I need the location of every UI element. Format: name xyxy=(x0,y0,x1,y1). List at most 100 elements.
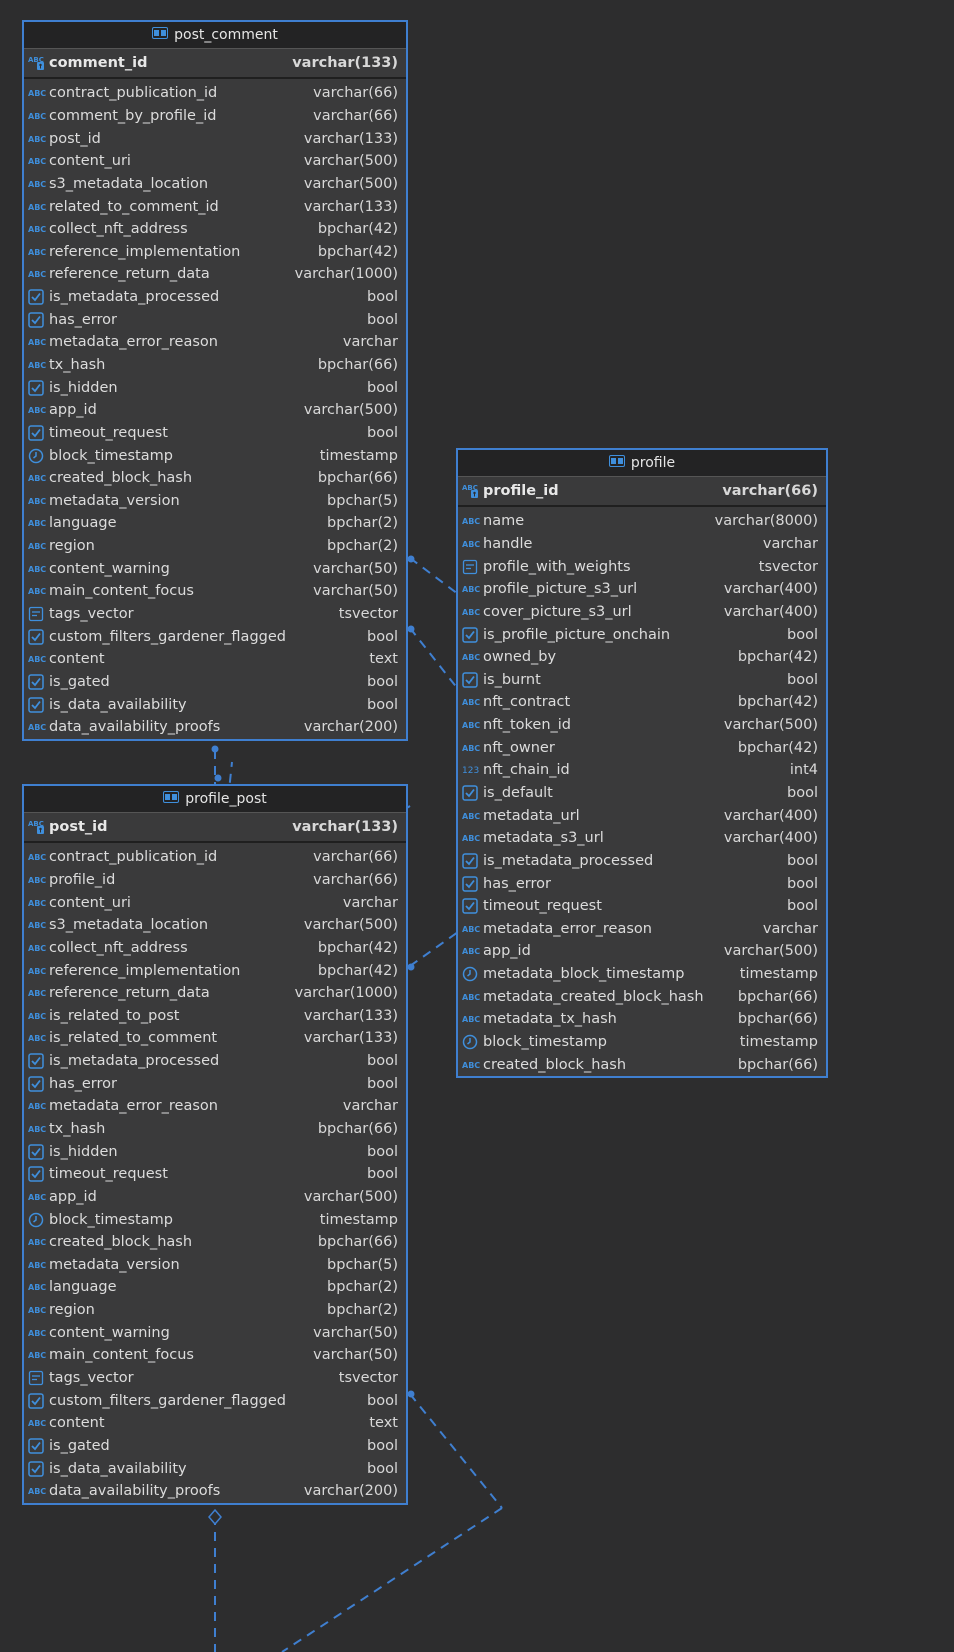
column-row[interactable]: ABC content text xyxy=(24,1412,406,1435)
column-row[interactable]: ABC created_block_hash bpchar(66) xyxy=(24,467,406,490)
column-name: comment_by_profile_id xyxy=(49,107,217,124)
column-row[interactable]: ABC reference_implementation bpchar(42) xyxy=(24,959,406,982)
tsvector-doc-icon xyxy=(28,606,49,622)
column-row[interactable]: ABC content_warning varchar(50) xyxy=(24,1321,406,1344)
column-row[interactable]: ABC is_related_to_post varchar(133) xyxy=(24,1004,406,1027)
column-row[interactable]: ABC cover_picture_s3_url varchar(400) xyxy=(458,601,826,624)
column-row[interactable]: ABC main_content_focus varchar(50) xyxy=(24,1344,406,1367)
column-row[interactable]: is_default bool xyxy=(458,782,826,805)
column-row[interactable]: ABC nft_token_id varchar(500) xyxy=(458,714,826,737)
column-row[interactable]: ABC content_warning varchar(50) xyxy=(24,557,406,580)
column-row[interactable]: ABC metadata_tx_hash bpchar(66) xyxy=(458,1008,826,1031)
column-row[interactable]: is_profile_picture_onchain bool xyxy=(458,623,826,646)
boolean-check-icon xyxy=(462,785,483,801)
column-row[interactable]: is_gated bool xyxy=(24,1435,406,1458)
text-type-icon: ABC xyxy=(28,153,49,169)
column-row[interactable]: ABC nft_owner bpchar(42) xyxy=(458,736,826,759)
column-row[interactable]: has_error bool xyxy=(24,308,406,331)
column-row[interactable]: ABC metadata_version bpchar(5) xyxy=(24,490,406,513)
column-row[interactable]: ABC profile_id varchar(66) xyxy=(24,869,406,892)
column-row[interactable]: profile_with_weights tsvector xyxy=(458,555,826,578)
column-row[interactable]: ABC nft_contract bpchar(42) xyxy=(458,691,826,714)
column-row[interactable]: timeout_request bool xyxy=(24,422,406,445)
primary-key-row[interactable]: ABC comment_id varchar(133) xyxy=(24,49,406,79)
column-row[interactable]: ABC contract_publication_id varchar(66) xyxy=(24,846,406,869)
column-row[interactable]: is_burnt bool xyxy=(458,668,826,691)
column-row[interactable]: ABC tx_hash bpchar(66) xyxy=(24,354,406,377)
column-row[interactable]: has_error bool xyxy=(458,872,826,895)
column-row[interactable]: ABC s3_metadata_location varchar(500) xyxy=(24,173,406,196)
column-row[interactable]: block_timestamp timestamp xyxy=(458,1031,826,1054)
column-row[interactable]: block_timestamp timestamp xyxy=(24,1208,406,1231)
column-row[interactable]: ABC metadata_s3_url varchar(400) xyxy=(458,827,826,850)
column-row[interactable]: timeout_request bool xyxy=(24,1163,406,1186)
column-row[interactable]: ABC metadata_version bpchar(5) xyxy=(24,1254,406,1277)
column-row[interactable]: ABC region bpchar(2) xyxy=(24,535,406,558)
column-row[interactable]: ABC metadata_error_reason varchar xyxy=(24,1095,406,1118)
column-name: timeout_request xyxy=(49,424,168,441)
column-row[interactable]: ABC tx_hash bpchar(66) xyxy=(24,1118,406,1141)
column-row[interactable]: tags_vector tsvector xyxy=(24,1367,406,1390)
column-row[interactable]: ABC collect_nft_address bpchar(42) xyxy=(24,218,406,241)
column-row[interactable]: ABC metadata_error_reason varchar xyxy=(24,331,406,354)
entity-header[interactable]: profile_post xyxy=(24,786,406,813)
column-row[interactable]: ABC reference_return_data varchar(1000) xyxy=(24,263,406,286)
primary-key-row[interactable]: ABC profile_id varchar(66) xyxy=(458,477,826,507)
column-row[interactable]: 123 nft_chain_id int4 xyxy=(458,759,826,782)
column-row[interactable]: ABC comment_by_profile_id varchar(66) xyxy=(24,105,406,128)
column-row[interactable]: ABC data_availability_proofs varchar(200) xyxy=(24,1480,406,1503)
column-name: is_data_availability xyxy=(49,1460,187,1477)
entity-post-comment[interactable]: post_comment ABC comment_id varchar(133)… xyxy=(22,20,408,741)
column-row[interactable]: ABC owned_by bpchar(42) xyxy=(458,646,826,669)
column-row[interactable]: has_error bool xyxy=(24,1072,406,1095)
column-row[interactable]: metadata_block_timestamp timestamp xyxy=(458,963,826,986)
column-row[interactable]: block_timestamp timestamp xyxy=(24,444,406,467)
column-row[interactable]: ABC handle varchar xyxy=(458,533,826,556)
column-row[interactable]: ABC content_uri varchar xyxy=(24,891,406,914)
column-row[interactable]: is_hidden bool xyxy=(24,376,406,399)
column-row[interactable]: ABC s3_metadata_location varchar(500) xyxy=(24,914,406,937)
column-row[interactable]: is_metadata_processed bool xyxy=(24,286,406,309)
column-row[interactable]: ABC post_id varchar(133) xyxy=(24,127,406,150)
entity-header[interactable]: profile xyxy=(458,450,826,477)
primary-key-row[interactable]: ABC post_id varchar(133) xyxy=(24,813,406,843)
entity-profile-post[interactable]: profile_post ABC post_id varchar(133) AB… xyxy=(22,784,408,1505)
column-row[interactable]: ABC collect_nft_address bpchar(42) xyxy=(24,937,406,960)
column-row[interactable]: tags_vector tsvector xyxy=(24,603,406,626)
column-row[interactable]: ABC language bpchar(2) xyxy=(24,512,406,535)
column-row[interactable]: ABC region bpchar(2) xyxy=(24,1299,406,1322)
column-row[interactable]: ABC metadata_created_block_hash bpchar(66) xyxy=(458,985,826,1008)
column-row[interactable]: ABC related_to_comment_id varchar(133) xyxy=(24,195,406,218)
column-row[interactable]: ABC language bpchar(2) xyxy=(24,1276,406,1299)
column-row[interactable]: is_metadata_processed bool xyxy=(458,850,826,873)
column-row[interactable]: ABC created_block_hash bpchar(66) xyxy=(24,1231,406,1254)
relation-line xyxy=(409,931,459,967)
column-row[interactable]: ABC created_block_hash bpchar(66) xyxy=(458,1053,826,1076)
entity-profile[interactable]: profile ABC profile_id varchar(66) ABC na… xyxy=(456,448,828,1079)
column-row[interactable]: ABC data_availability_proofs varchar(200) xyxy=(24,716,406,739)
column-row[interactable]: ABC main_content_focus varchar(50) xyxy=(24,580,406,603)
column-row[interactable]: ABC app_id varchar(500) xyxy=(458,940,826,963)
column-row[interactable]: ABC metadata_error_reason varchar xyxy=(458,918,826,941)
column-row[interactable]: ABC content_uri varchar(500) xyxy=(24,150,406,173)
column-row[interactable]: ABC contract_publication_id varchar(66) xyxy=(24,82,406,105)
column-row[interactable]: is_metadata_processed bool xyxy=(24,1050,406,1073)
column-row[interactable]: is_gated bool xyxy=(24,671,406,694)
column-row[interactable]: ABC metadata_url varchar(400) xyxy=(458,804,826,827)
column-row[interactable]: ABC name varchar(8000) xyxy=(458,510,826,533)
column-row[interactable]: is_hidden bool xyxy=(24,1140,406,1163)
column-row[interactable]: is_data_availability bool xyxy=(24,693,406,716)
column-row[interactable]: ABC app_id varchar(500) xyxy=(24,399,406,422)
column-row[interactable]: ABC reference_implementation bpchar(42) xyxy=(24,240,406,263)
column-row[interactable]: ABC app_id varchar(500) xyxy=(24,1186,406,1209)
svg-text:ABC: ABC xyxy=(28,89,46,98)
column-row[interactable]: ABC is_related_to_comment varchar(133) xyxy=(24,1027,406,1050)
column-row[interactable]: custom_filters_gardener_flagged bool xyxy=(24,625,406,648)
column-row[interactable]: ABC content text xyxy=(24,648,406,671)
column-row[interactable]: ABC profile_picture_s3_url varchar(400) xyxy=(458,578,826,601)
column-row[interactable]: is_data_availability bool xyxy=(24,1457,406,1480)
entity-header[interactable]: post_comment xyxy=(24,22,406,49)
column-row[interactable]: ABC reference_return_data varchar(1000) xyxy=(24,982,406,1005)
column-row[interactable]: timeout_request bool xyxy=(458,895,826,918)
column-row[interactable]: custom_filters_gardener_flagged bool xyxy=(24,1389,406,1412)
